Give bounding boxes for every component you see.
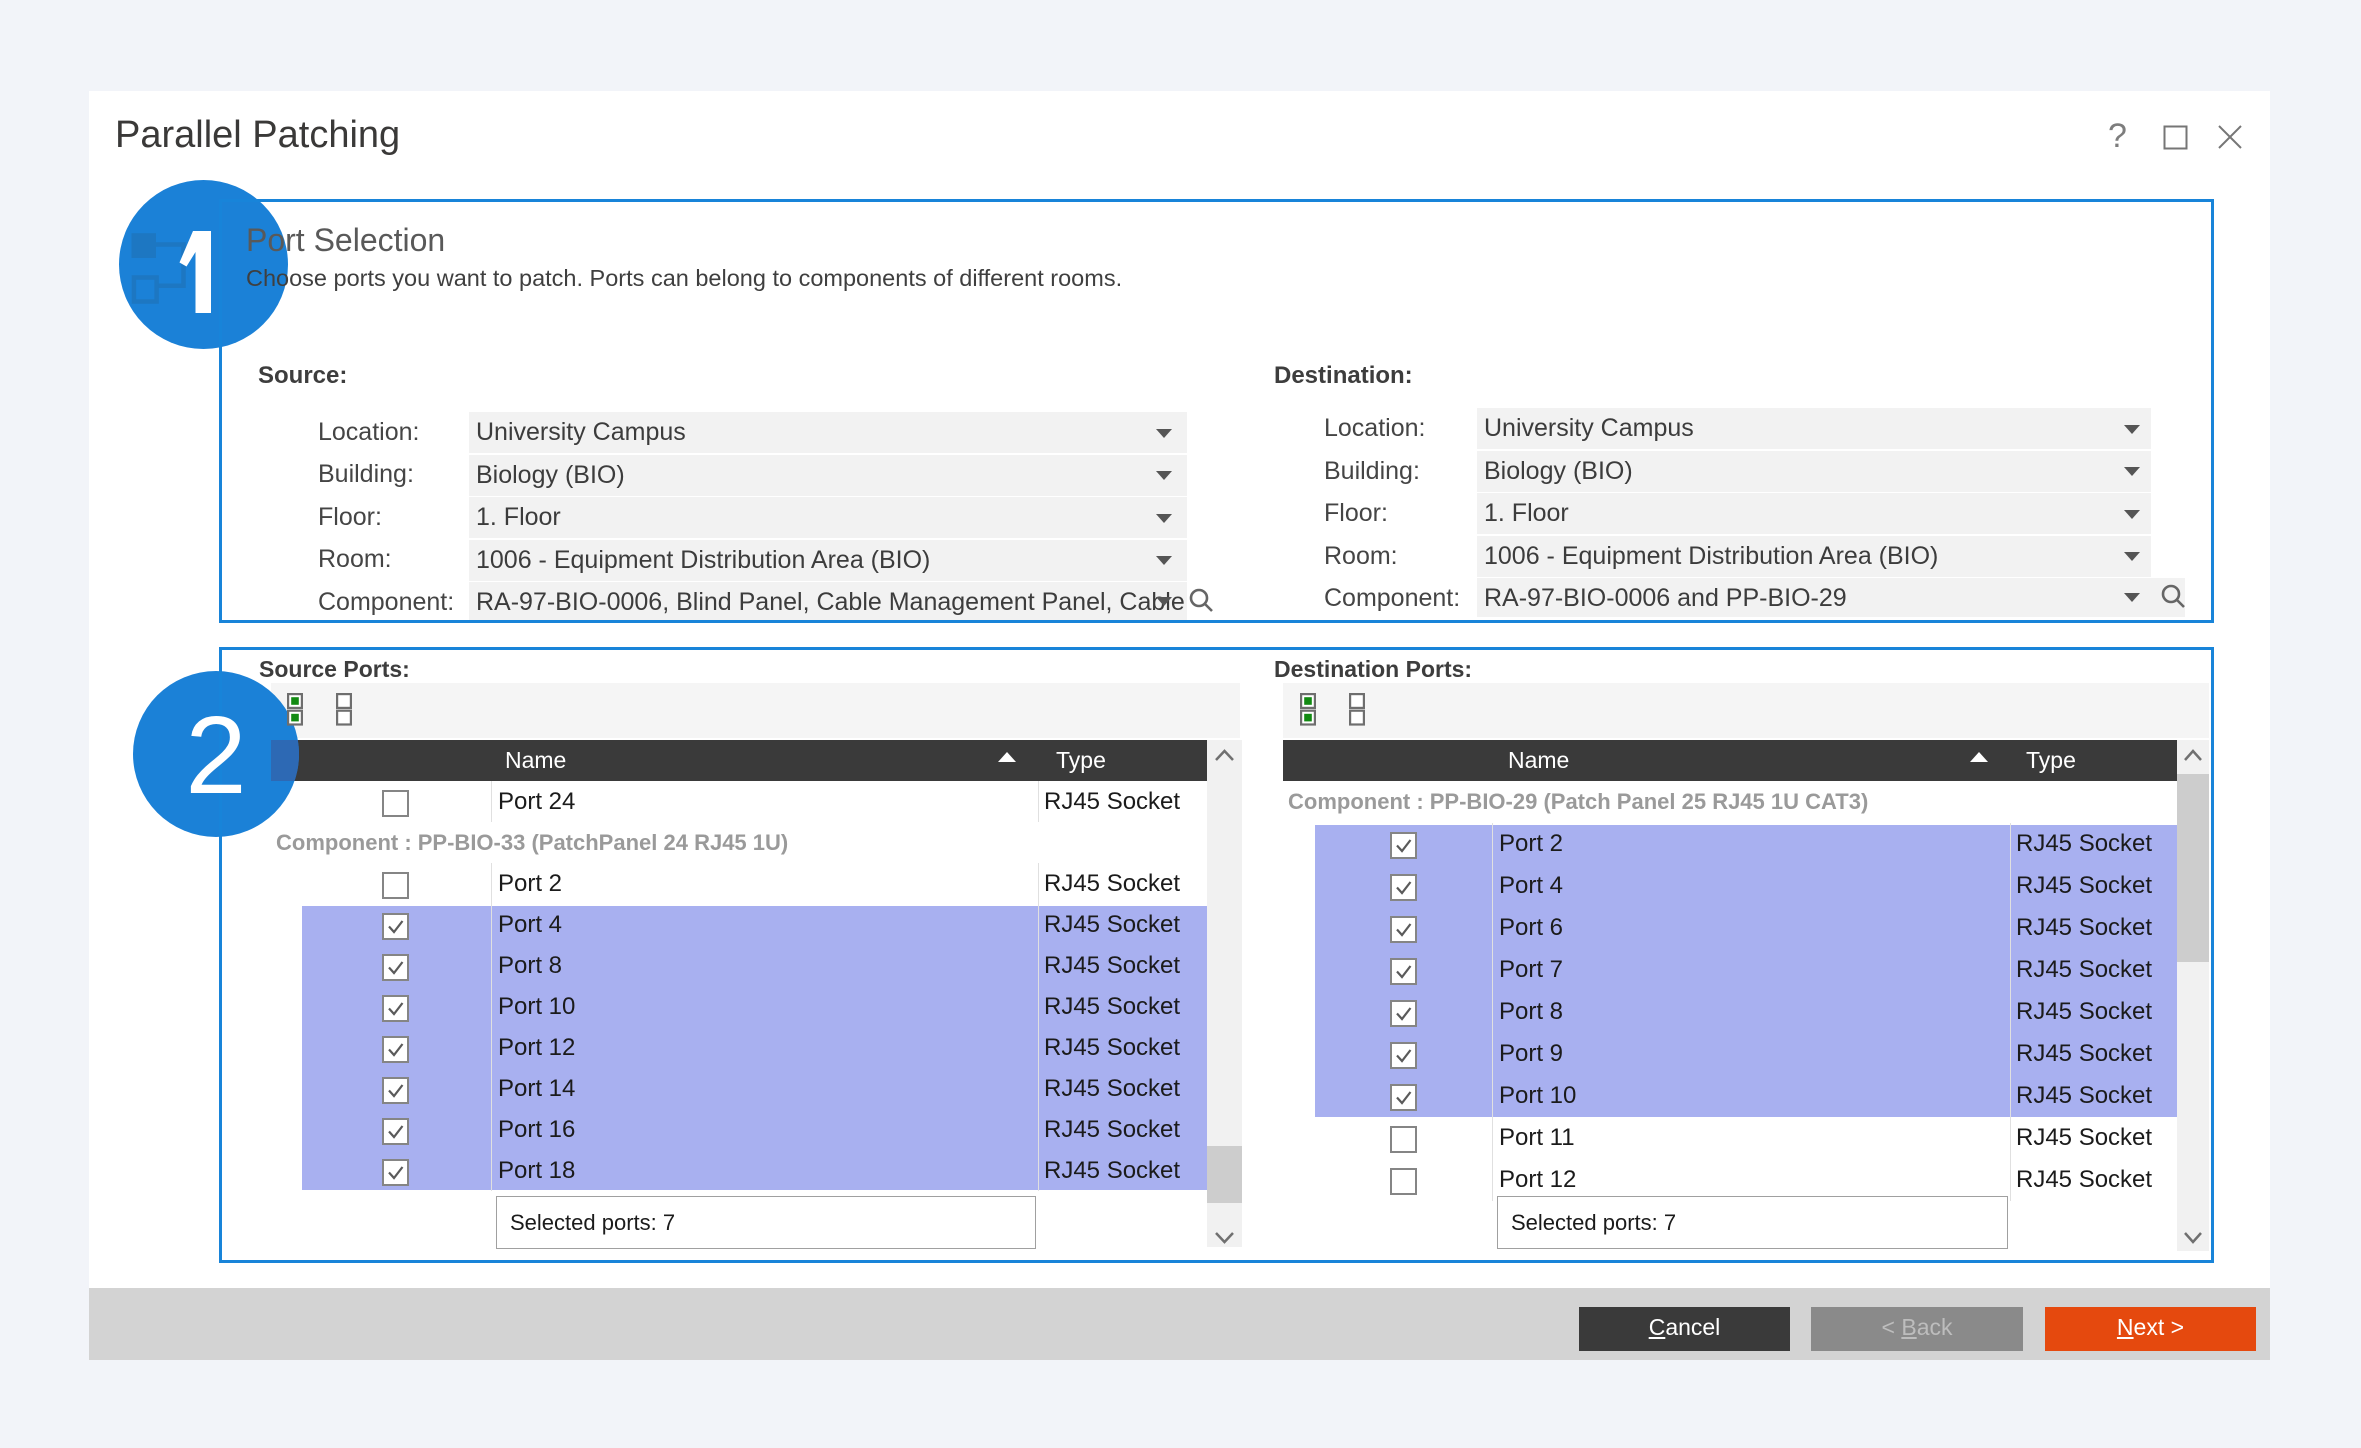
- svg-text:?: ?: [2108, 118, 2127, 154]
